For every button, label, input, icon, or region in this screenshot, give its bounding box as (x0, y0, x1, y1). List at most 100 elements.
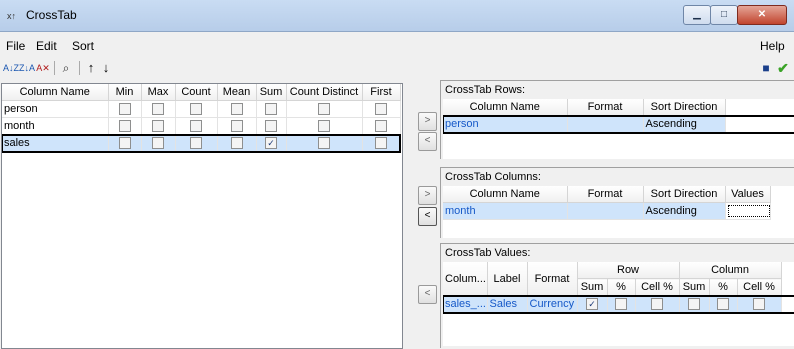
aggregate-checkbox[interactable] (375, 137, 387, 150)
aggregate-checkbox[interactable] (118, 103, 131, 116)
crosstab-rows-group: CrossTab Rows: Column Name Format Sort D… (440, 80, 794, 159)
aggregate-checkbox[interactable] (265, 120, 277, 133)
columns-header-values[interactable]: Values (725, 186, 771, 203)
menu-edit[interactable]: Edit (36, 39, 57, 53)
values-subheader-row-sum[interactable]: Sum (577, 278, 608, 296)
panel-splitter[interactable] (403, 80, 411, 349)
values-subheader-row-percent[interactable]: % (607, 278, 636, 296)
table-row[interactable]: sales_... Sales Currency ✓ (443, 294, 794, 314)
value-option-checkbox[interactable] (688, 298, 701, 311)
header-count-distinct[interactable]: Count Distinct (286, 84, 363, 101)
values-header-row-group: Row (577, 262, 680, 279)
aggregate-checkbox[interactable] (118, 137, 131, 150)
values-header-format[interactable]: Format (527, 262, 578, 296)
value-option-checkbox[interactable] (651, 298, 663, 311)
minimize-button[interactable]: ▁ (683, 5, 711, 25)
add-row-button[interactable]: > (418, 112, 437, 131)
columns-section-title: CrossTab Columns: (445, 171, 541, 183)
aggregate-checkbox[interactable] (230, 103, 243, 116)
table-row[interactable]: month Ascending (443, 202, 794, 220)
row-column-name[interactable]: person (2, 100, 109, 118)
values-subheader-row-cell-percent[interactable]: Cell % (635, 278, 680, 296)
aggregate-checkbox[interactable] (265, 103, 277, 116)
value-column-name[interactable]: sales_... (443, 295, 488, 313)
clear-sort-icon[interactable]: A✕ (36, 60, 50, 76)
column-format[interactable] (567, 202, 644, 220)
row-column-name[interactable]: month (2, 117, 109, 135)
header-column-name[interactable]: Column Name (2, 84, 109, 101)
table-row[interactable]: person Ascending (443, 114, 794, 134)
aggregate-checkbox[interactable] (375, 103, 387, 116)
header-mean[interactable]: Mean (217, 84, 257, 101)
values-ellipsis-button[interactable] (727, 205, 769, 218)
column-values-cell[interactable] (725, 202, 771, 220)
aggregate-checkbox[interactable] (190, 103, 202, 116)
aggregate-checkbox[interactable] (190, 137, 202, 150)
binoculars-icon[interactable]: ⌕ (59, 60, 73, 76)
aggregate-checkbox[interactable] (118, 120, 131, 133)
aggregate-checkbox[interactable] (318, 120, 330, 133)
sort-descending-icon[interactable]: Z↓A (19, 60, 35, 76)
aggregate-checkbox[interactable] (318, 137, 330, 150)
remove-value-button[interactable]: < (418, 285, 437, 304)
window-title: CrossTab (26, 8, 77, 22)
value-option-checkbox[interactable] (717, 298, 730, 311)
remove-row-button[interactable]: < (418, 132, 437, 151)
arrow-down-icon[interactable]: ↓ (100, 60, 112, 76)
menu-sort[interactable]: Sort (72, 39, 94, 53)
rows-header-format[interactable]: Format (567, 99, 644, 116)
values-subheader-column-cell-percent[interactable]: Cell % (737, 278, 782, 296)
header-first[interactable]: First (362, 84, 401, 101)
value-option-checkbox[interactable] (753, 298, 766, 311)
columns-header-format[interactable]: Format (567, 186, 644, 203)
rows-header-sort-direction[interactable]: Sort Direction (643, 99, 726, 116)
crosstab-columns-group: CrossTab Columns: Column Name Format Sor… (440, 167, 794, 238)
column-sort-direction[interactable]: Ascending (643, 202, 726, 220)
value-option-checkbox[interactable]: ✓ (586, 298, 598, 311)
close-button[interactable]: ✕ (737, 5, 787, 25)
aggregate-checkbox[interactable] (152, 103, 164, 116)
values-subheader-column-sum[interactable]: Sum (679, 278, 710, 296)
value-label[interactable]: Sales (487, 295, 528, 313)
table-row[interactable]: sales ✓ (2, 133, 401, 153)
aggregate-checkbox[interactable] (190, 120, 202, 133)
aggregate-checkbox[interactable] (152, 137, 164, 150)
table-row[interactable]: month (2, 117, 401, 135)
menu-help[interactable]: Help (760, 39, 785, 53)
save-icon[interactable]: ■ (759, 60, 773, 76)
aggregate-checkbox[interactable] (375, 120, 387, 133)
aggregate-checkbox[interactable] (152, 120, 164, 133)
row-format[interactable] (567, 115, 644, 133)
value-option-checkbox[interactable] (615, 298, 627, 311)
header-min[interactable]: Min (108, 84, 142, 101)
row-column-name[interactable]: sales (2, 134, 109, 152)
remove-column-button[interactable]: < (418, 207, 437, 226)
sort-ascending-icon[interactable]: A↓Z (3, 60, 19, 76)
aggregate-checkbox[interactable] (230, 137, 243, 150)
columns-header-column-name[interactable]: Column Name (443, 186, 568, 203)
aggregate-checkbox[interactable]: ✓ (265, 137, 277, 150)
table-row[interactable]: person (2, 100, 401, 118)
row-column-name[interactable]: person (443, 115, 568, 133)
value-format[interactable]: Currency (527, 295, 578, 313)
values-subheader-column-percent[interactable]: % (709, 278, 738, 296)
checkmark-icon[interactable]: ✔ (776, 60, 790, 76)
maximize-button[interactable]: □ (710, 5, 738, 25)
column-column-name[interactable]: month (443, 202, 568, 220)
values-header-column[interactable]: Colum... (443, 262, 488, 296)
aggregate-checkbox[interactable] (230, 120, 243, 133)
header-count[interactable]: Count (175, 84, 218, 101)
available-columns-grid: Column Name Min Max Count Mean Sum Count… (1, 83, 403, 349)
add-column-button[interactable]: > (418, 186, 437, 205)
menu-file[interactable]: File (6, 39, 25, 53)
values-header-label[interactable]: Label (487, 262, 528, 296)
rows-header-column-name[interactable]: Column Name (443, 99, 568, 116)
crosstab-app-icon: x↑ (7, 11, 16, 21)
columns-header-sort-direction[interactable]: Sort Direction (643, 186, 726, 203)
arrow-up-icon[interactable]: ↑ (85, 60, 97, 76)
row-sort-direction[interactable]: Ascending (643, 115, 726, 133)
header-max[interactable]: Max (141, 84, 176, 101)
aggregate-checkbox[interactable] (318, 103, 330, 116)
header-sum[interactable]: Sum (256, 84, 287, 101)
value-option-cell (679, 295, 710, 313)
